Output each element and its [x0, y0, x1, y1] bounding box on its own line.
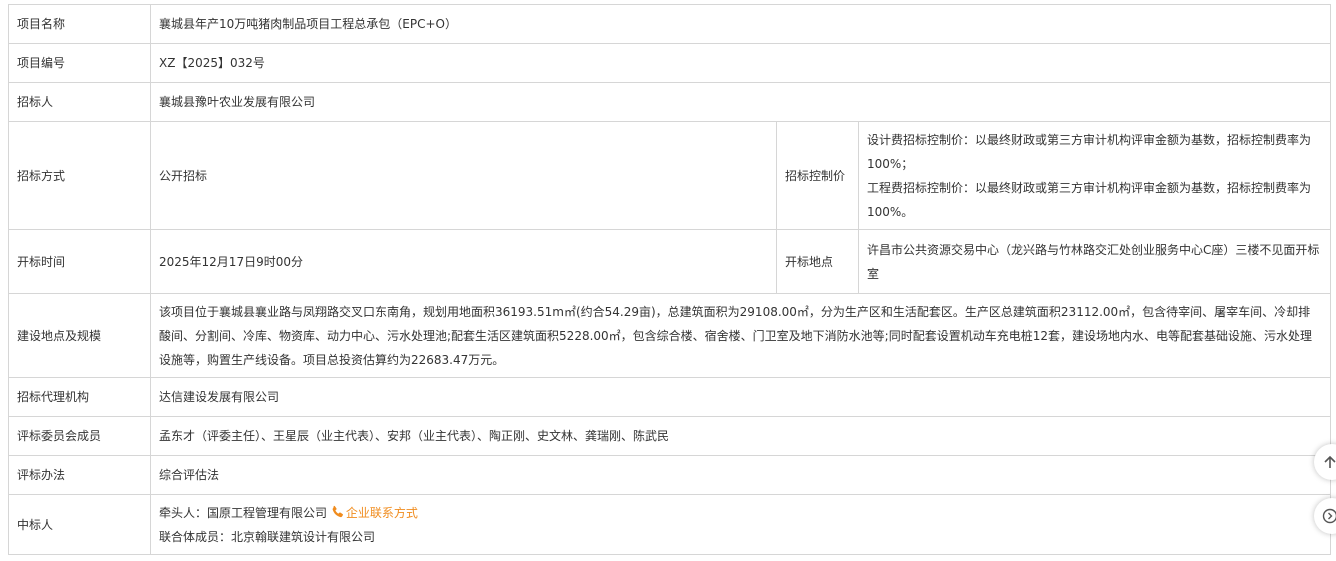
- label-project-number: 项目编号: [8, 43, 151, 83]
- label-winner: 中标人: [8, 494, 151, 555]
- row-project-number: 项目编号 XZ【2025】032号: [8, 43, 1332, 83]
- row-project-name: 项目名称 襄城县年产10万吨猪肉制品项目工程总承包（EPC+O）: [8, 4, 1332, 44]
- value-opening-place: 许昌市公共资源交易中心（龙兴路与竹林路交汇处创业服务中心C座）三楼不见面开标室: [857, 229, 1332, 294]
- winner-member: 联合体成员：北京翰联建筑设计有限公司: [159, 529, 376, 544]
- value-agency[interactable]: 达信建设发展有限公司: [149, 377, 1332, 417]
- row-tenderer: 招标人 襄城县豫叶农业发展有限公司: [8, 82, 1332, 122]
- contact-link[interactable]: 企业联系方式: [331, 505, 418, 520]
- label-project-name: 项目名称: [8, 4, 151, 44]
- tender-info-table: 项目名称 襄城县年产10万吨猪肉制品项目工程总承包（EPC+O） 项目编号 XZ…: [8, 4, 1332, 555]
- value-committee: 孟东才（评委主任）、王星辰（业主代表）、安邦（业主代表）、陶正刚、史文林、龚瑞刚…: [149, 416, 1332, 456]
- next-icon: [1322, 508, 1336, 524]
- label-tenderer: 招标人: [8, 82, 151, 122]
- label-opening-place: 开标地点: [776, 229, 859, 294]
- value-project-name: 襄城县年产10万吨猪肉制品项目工程总承包（EPC+O）: [149, 4, 1332, 44]
- value-site-scale: 该项目位于襄城县襄业路与凤翔路交叉口东南角，规划用地面积36193.51m㎡(约…: [149, 293, 1332, 378]
- value-method: 综合评估法: [149, 455, 1332, 495]
- label-opening-time: 开标时间: [8, 229, 151, 294]
- row-committee: 评标委员会成员 孟东才（评委主任）、王星辰（业主代表）、安邦（业主代表）、陶正刚…: [8, 416, 1332, 456]
- row-tender-method: 招标方式 公开招标 招标控制价 设计费招标控制价：以最终财政或第三方审计机构评审…: [8, 121, 1332, 230]
- value-winner: 牵头人：国原工程管理有限公司 企业联系方式 联合体成员：北京翰联建筑设计有限公司: [149, 494, 1332, 555]
- row-winner: 中标人 牵头人：国原工程管理有限公司 企业联系方式 联合体成员：北京翰联建筑设计…: [8, 494, 1332, 555]
- phone-icon: [332, 505, 343, 517]
- label-method: 评标办法: [8, 455, 151, 495]
- label-control-price: 招标控制价: [776, 121, 859, 230]
- label-site-scale: 建设地点及规模: [8, 293, 151, 378]
- row-method: 评标办法 综合评估法: [8, 455, 1332, 495]
- winner-lead-text: 牵头人：国原工程管理有限公司: [159, 505, 328, 520]
- value-opening-time: 2025年12月17日9时00分: [150, 229, 777, 294]
- row-agency: 招标代理机构 达信建设发展有限公司: [8, 377, 1332, 417]
- row-opening: 开标时间 2025年12月17日9时00分 开标地点 许昌市公共资源交易中心（龙…: [8, 229, 1332, 294]
- scroll-top-icon: [1324, 455, 1336, 468]
- value-control-price: 设计费招标控制价：以最终财政或第三方审计机构评审金额为基数，招标控制费率为100…: [857, 121, 1332, 230]
- control-price-line1: 设计费招标控制价：以最终财政或第三方审计机构评审金额为基数，招标控制费率为100…: [867, 132, 1312, 171]
- label-agency: 招标代理机构: [8, 377, 151, 417]
- contact-link-label: 企业联系方式: [345, 505, 418, 520]
- winner-lead: 牵头人：国原工程管理有限公司 企业联系方式: [159, 501, 1322, 525]
- row-site-scale: 建设地点及规模 该项目位于襄城县襄业路与凤翔路交叉口东南角，规划用地面积3619…: [8, 293, 1332, 378]
- value-project-number: XZ【2025】032号: [149, 43, 1332, 83]
- value-tender-method: 公开招标: [150, 121, 777, 230]
- label-committee: 评标委员会成员: [8, 416, 151, 456]
- label-tender-method: 招标方式: [8, 121, 151, 230]
- value-tenderer: 襄城县豫叶农业发展有限公司: [149, 82, 1332, 122]
- control-price-line2: 工程费招标控制价：以最终财政或第三方审计机构评审金额为基数，招标控制费率为100…: [867, 180, 1312, 219]
